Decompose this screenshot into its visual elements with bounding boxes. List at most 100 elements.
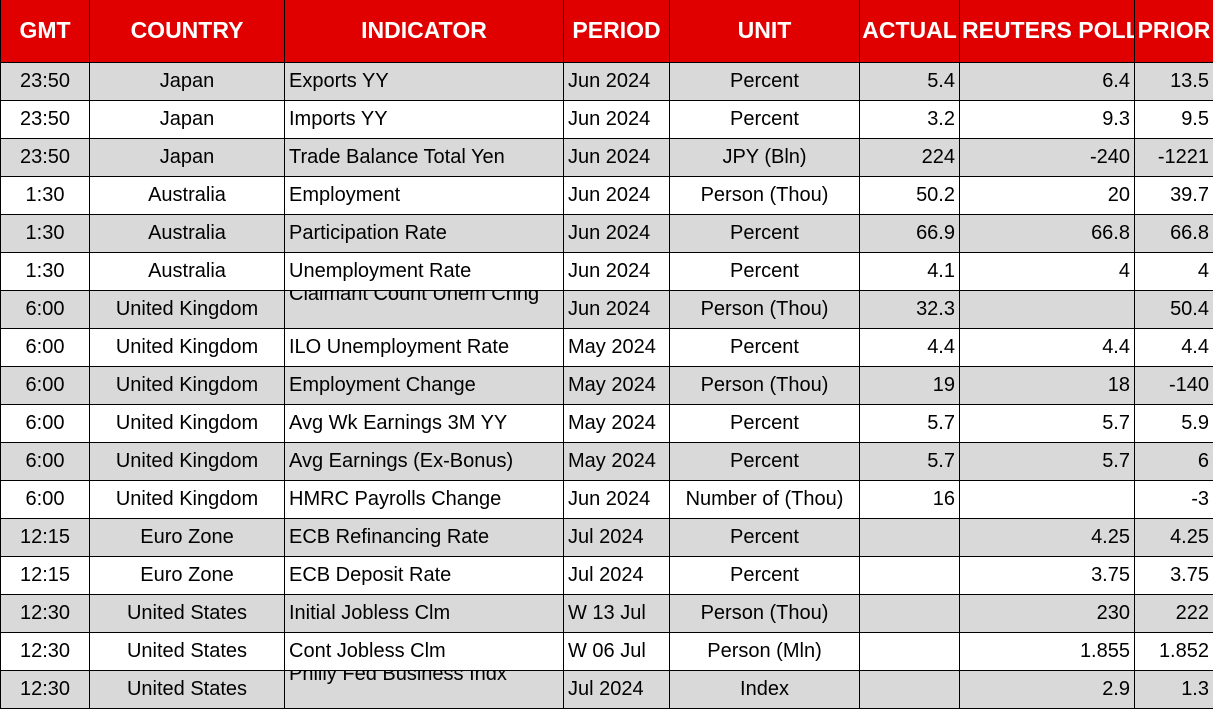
header-reuters-poll: REUTERS POLL [960, 0, 1135, 62]
cell-unit: Percent [670, 214, 860, 252]
cell-indicator: Avg Wk Earnings 3M YY [285, 404, 564, 442]
cell-prior: 66.8 [1135, 214, 1213, 252]
cell-period: May 2024 [564, 328, 670, 366]
cell-gmt: 23:50 [1, 100, 90, 138]
cell-period: Jun 2024 [564, 290, 670, 328]
cell-reuters-poll: 18 [960, 366, 1135, 404]
cell-gmt: 23:50 [1, 138, 90, 176]
cell-gmt: 12:15 [1, 518, 90, 556]
cell-actual: 5.7 [860, 442, 960, 480]
cell-indicator: Employment Change [285, 366, 564, 404]
cell-actual [860, 518, 960, 556]
cell-reuters-poll: 4.25 [960, 518, 1135, 556]
cell-gmt: 6:00 [1, 404, 90, 442]
cell-unit: Percent [670, 62, 860, 100]
cell-actual: 16 [860, 480, 960, 518]
cell-gmt: 23:50 [1, 62, 90, 100]
indicator-text: Claimant Count Unem Chng [289, 290, 559, 319]
cell-gmt: 12:15 [1, 556, 90, 594]
cell-period: Jul 2024 [564, 518, 670, 556]
cell-period: Jul 2024 [564, 670, 670, 708]
table-row: 6:00United KingdomILO Unemployment RateM… [1, 328, 1213, 366]
cell-period: May 2024 [564, 404, 670, 442]
cell-period: Jun 2024 [564, 252, 670, 290]
cell-indicator: Avg Earnings (Ex-Bonus) [285, 442, 564, 480]
table-header: GMT COUNTRY INDICATOR PERIOD UNIT ACTUAL… [1, 0, 1213, 62]
cell-reuters-poll: 3.75 [960, 556, 1135, 594]
cell-country: Australia [90, 252, 285, 290]
cell-unit: Person (Thou) [670, 594, 860, 632]
indicator-text: Philly Fed Business Indx [289, 670, 559, 699]
cell-unit: Person (Thou) [670, 176, 860, 214]
cell-period: May 2024 [564, 442, 670, 480]
cell-indicator: ECB Refinancing Rate [285, 518, 564, 556]
cell-actual: 5.7 [860, 404, 960, 442]
header-period: PERIOD [564, 0, 670, 62]
cell-actual [860, 670, 960, 708]
cell-prior: 1.3 [1135, 670, 1213, 708]
cell-gmt: 6:00 [1, 480, 90, 518]
cell-period: May 2024 [564, 366, 670, 404]
table-row: 1:30AustraliaUnemployment RateJun 2024Pe… [1, 252, 1213, 290]
header-prior: PRIOR [1135, 0, 1213, 62]
cell-prior: -140 [1135, 366, 1213, 404]
cell-actual: 66.9 [860, 214, 960, 252]
cell-reuters-poll: 5.7 [960, 442, 1135, 480]
cell-reuters-poll: 6.4 [960, 62, 1135, 100]
cell-prior: 5.9 [1135, 404, 1213, 442]
cell-country: United Kingdom [90, 480, 285, 518]
cell-reuters-poll: -240 [960, 138, 1135, 176]
cell-indicator: Claimant Count Unem Chng [285, 290, 564, 328]
cell-country: United Kingdom [90, 290, 285, 328]
table-row: 6:00United KingdomClaimant Count Unem Ch… [1, 290, 1213, 328]
cell-gmt: 12:30 [1, 670, 90, 708]
header-unit: UNIT [670, 0, 860, 62]
cell-prior: 4.4 [1135, 328, 1213, 366]
cell-actual [860, 556, 960, 594]
cell-actual: 3.2 [860, 100, 960, 138]
cell-unit: Person (Thou) [670, 366, 860, 404]
cell-prior: 3.75 [1135, 556, 1213, 594]
table-row: 1:30AustraliaEmploymentJun 2024Person (T… [1, 176, 1213, 214]
cell-reuters-poll: 4.4 [960, 328, 1135, 366]
cell-unit: Person (Mln) [670, 632, 860, 670]
cell-unit: Percent [670, 100, 860, 138]
cell-indicator: Cont Jobless Clm [285, 632, 564, 670]
cell-country: United States [90, 632, 285, 670]
cell-actual: 50.2 [860, 176, 960, 214]
cell-actual [860, 632, 960, 670]
cell-unit: Percent [670, 442, 860, 480]
cell-country: United States [90, 670, 285, 708]
cell-gmt: 6:00 [1, 366, 90, 404]
table-row: 12:15Euro ZoneECB Refinancing RateJul 20… [1, 518, 1213, 556]
header-gmt: GMT [1, 0, 90, 62]
cell-country: United Kingdom [90, 442, 285, 480]
cell-gmt: 12:30 [1, 594, 90, 632]
table-row: 6:00United KingdomAvg Earnings (Ex-Bonus… [1, 442, 1213, 480]
cell-period: Jun 2024 [564, 480, 670, 518]
table-row: 23:50JapanExports YYJun 2024Percent5.46.… [1, 62, 1213, 100]
cell-unit: Number of (Thou) [670, 480, 860, 518]
table-row: 12:15Euro ZoneECB Deposit RateJul 2024Pe… [1, 556, 1213, 594]
cell-unit: Percent [670, 556, 860, 594]
cell-prior: 9.5 [1135, 100, 1213, 138]
cell-period: Jun 2024 [564, 62, 670, 100]
cell-prior: 4 [1135, 252, 1213, 290]
cell-indicator: HMRC Payrolls Change [285, 480, 564, 518]
cell-indicator: Philly Fed Business Indx [285, 670, 564, 708]
table-row: 6:00United KingdomEmployment ChangeMay 2… [1, 366, 1213, 404]
table-row: 1:30AustraliaParticipation RateJun 2024P… [1, 214, 1213, 252]
cell-prior: 222 [1135, 594, 1213, 632]
cell-indicator: Employment [285, 176, 564, 214]
cell-actual: 4.1 [860, 252, 960, 290]
cell-country: United Kingdom [90, 404, 285, 442]
cell-actual: 19 [860, 366, 960, 404]
header-country: COUNTRY [90, 0, 285, 62]
cell-period: W 06 Jul [564, 632, 670, 670]
cell-country: Japan [90, 138, 285, 176]
cell-gmt: 12:30 [1, 632, 90, 670]
cell-reuters-poll [960, 480, 1135, 518]
cell-country: Australia [90, 214, 285, 252]
cell-country: Japan [90, 100, 285, 138]
cell-period: Jun 2024 [564, 176, 670, 214]
